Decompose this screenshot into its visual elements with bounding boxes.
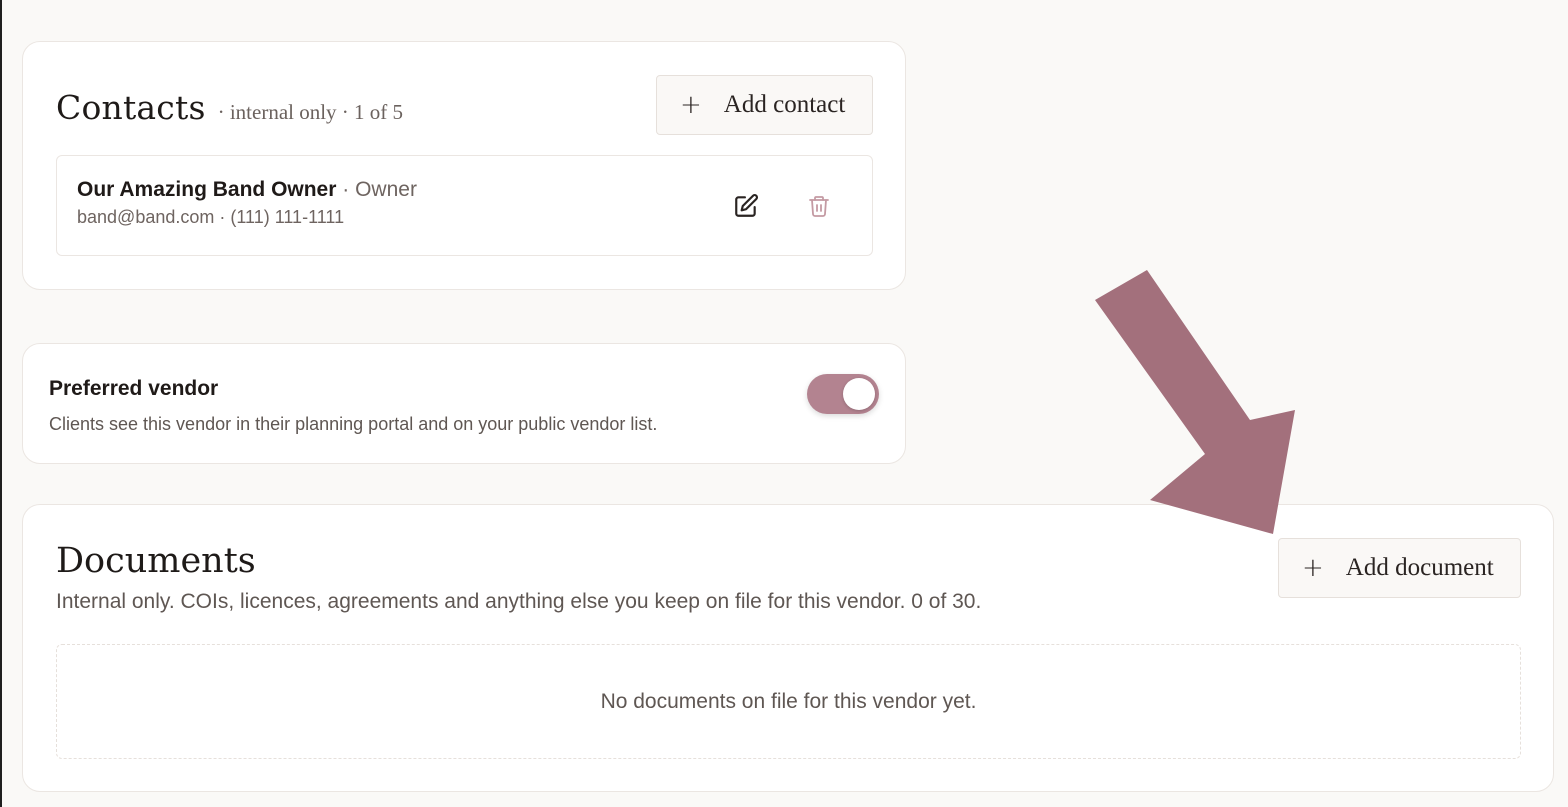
contacts-heading: Contacts · internal only · 1 of 5 [56,88,403,127]
documents-card: Documents Internal only. COIs, licences,… [22,504,1554,792]
preferred-vendor-toggle[interactable] [807,374,879,414]
edit-contact-button[interactable] [731,191,761,221]
documents-title: Documents [56,541,256,581]
add-document-button[interactable]: + Add document [1278,538,1521,598]
preferred-vendor-description: Clients see this vendor in their plannin… [49,414,658,434]
trash-icon [809,196,829,217]
documents-empty-message: No documents on file for this vendor yet… [600,689,977,713]
contact-line: Our Amazing Band Owner · Owner [77,178,417,202]
contact-details: band@band.com · (111) 111-1111 [77,207,345,227]
toggle-knob [843,378,875,410]
contacts-card: Contacts · internal only · 1 of 5 + Add … [22,41,906,290]
delete-contact-button[interactable] [804,191,834,221]
contact-role: · Owner [342,178,417,201]
arrow-icon [1095,270,1295,534]
documents-empty-state: No documents on file for this vendor yet… [56,644,1521,759]
add-contact-label: Add contact [723,91,846,118]
add-contact-button[interactable]: + Add contact [656,75,873,135]
add-document-label: Add document [1345,554,1494,581]
preferred-vendor-title: Preferred vendor [49,377,219,400]
contacts-title: Contacts [56,88,206,127]
documents-description: Internal only. COIs, licences, agreement… [56,590,982,613]
contact-name: Our Amazing Band Owner [77,178,337,201]
contact-row: Our Amazing Band Owner · Owner band@band… [56,155,873,256]
plus-icon: + [1302,553,1324,583]
contacts-subtitle: · internal only · 1 of 5 [217,100,404,124]
window-edge [0,0,2,807]
preferred-vendor-card: Preferred vendor Clients see this vendor… [22,343,906,464]
edit-icon [735,194,758,217]
plus-icon: + [680,90,702,120]
